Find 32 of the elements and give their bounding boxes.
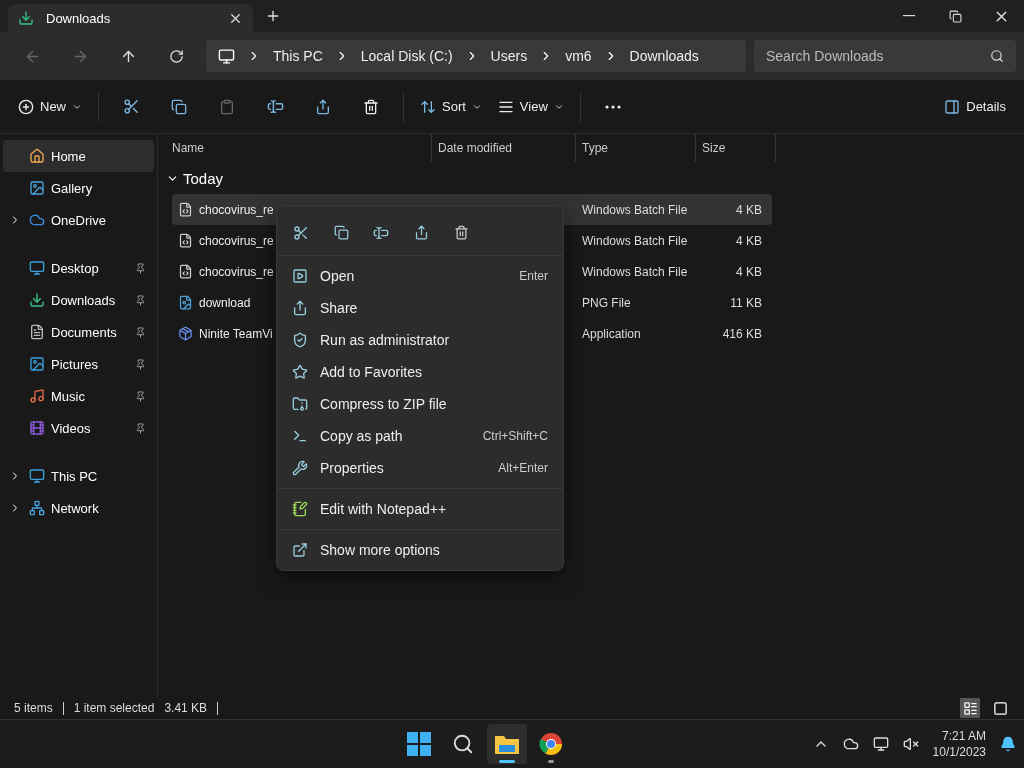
menu-item-label: Copy as path xyxy=(320,428,404,444)
file-name: chocovirus_re xyxy=(199,233,274,248)
file-type: Application xyxy=(581,326,642,341)
file-type: PNG File xyxy=(581,295,632,310)
file-type: Windows Batch File xyxy=(581,202,686,217)
menu-item-label: Edit with Notepad++ xyxy=(320,501,448,517)
file-size: 4 KB xyxy=(735,233,762,248)
menu-item-label: Share xyxy=(320,300,359,316)
file-name: download xyxy=(199,295,251,310)
file-size: 416 KB xyxy=(721,326,762,341)
menu-item-label: Compress to ZIP file xyxy=(320,396,448,412)
file-type: Windows Batch File xyxy=(581,233,686,248)
shortcut-text: Ctrl+Shift+C xyxy=(482,429,548,443)
file-type: Windows Batch File xyxy=(581,264,686,279)
group-label: Today xyxy=(183,169,224,187)
shortcut-text: Alt+Enter xyxy=(498,461,548,475)
shortcut-text: Enter xyxy=(519,269,548,283)
file-name: Ninite TeamVi xyxy=(199,326,273,341)
selection-size: 3.41 KB xyxy=(164,701,208,715)
file-name: chocovirus_re xyxy=(199,202,274,217)
file-name: chocovirus_re xyxy=(199,264,274,279)
file-size: 4 KB xyxy=(735,264,762,279)
menu-item-label: Add to Favorites xyxy=(320,364,423,380)
menu-item-label: Properties xyxy=(320,460,385,476)
menu-item-label: Open xyxy=(320,268,356,284)
tab-title: Downloads xyxy=(46,10,112,26)
selection-info: 1 item selected xyxy=(73,701,155,715)
file-size: 11 KB xyxy=(729,295,762,310)
menu-item-label: Run as administrator xyxy=(320,332,451,348)
menu-item-label: Show more options xyxy=(320,542,441,558)
item-count: 5 items xyxy=(14,701,53,715)
file-size: 4 KB xyxy=(735,202,762,217)
